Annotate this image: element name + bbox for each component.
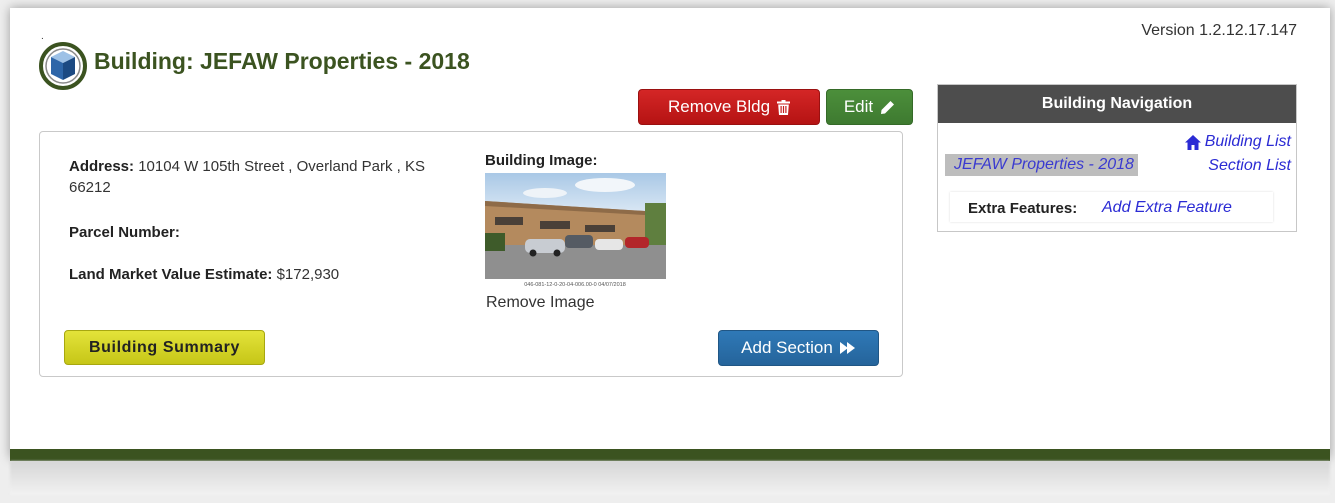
page-title: Building: JEFAW Properties - 2018	[94, 48, 470, 74]
current-building-link[interactable]: JEFAW Properties - 2018	[945, 154, 1138, 176]
building-logo-icon	[39, 42, 87, 90]
extra-features-label: Extra Features:	[968, 200, 1078, 217]
parcel-number-field: Parcel Number:	[69, 222, 180, 243]
parcel-label: Parcel Number:	[69, 224, 180, 241]
trash-icon	[777, 99, 791, 115]
land-value-amount: $172,930	[276, 266, 340, 283]
add-extra-feature-link[interactable]: Add Extra Feature	[1102, 199, 1232, 217]
land-value-field: Land Market Value Estimate: $172,930	[69, 264, 339, 285]
remove-building-label: Remove Bldg	[667, 97, 771, 116]
land-value-label: Land Market Value Estimate:	[69, 266, 273, 283]
page-shadow	[10, 461, 1330, 495]
building-photo: 046-081-12-0-20-04-006.00-0 04/07/2018	[485, 173, 666, 288]
home-icon	[1184, 134, 1201, 150]
photo-caption: 046-081-12-0-20-04-006.00-0 04/07/2018	[524, 282, 626, 288]
address-field: Address: 10104 W 105th Street , Overland…	[69, 156, 459, 198]
remove-building-button[interactable]: Remove Bldg	[638, 89, 820, 125]
fast-forward-icon	[839, 341, 856, 355]
edit-label: Edit	[843, 97, 874, 116]
pencil-icon	[880, 100, 895, 115]
top-dot: .	[41, 31, 44, 42]
version-label: Version 1.2.12.17.147	[1141, 22, 1297, 39]
building-image-label: Building Image:	[485, 152, 598, 169]
add-section-button[interactable]: Add Section	[718, 330, 879, 366]
building-list-link[interactable]: Building List	[1184, 133, 1291, 151]
add-section-label: Add Section	[741, 338, 833, 357]
address-label: Address:	[69, 158, 135, 175]
navigation-header: Building Navigation	[938, 85, 1296, 123]
building-list-label: Building List	[1204, 133, 1291, 150]
remove-image-link[interactable]: Remove Image	[486, 294, 595, 312]
building-summary-label: Building Summary	[89, 338, 240, 356]
edit-button[interactable]: Edit	[826, 89, 913, 125]
section-list-link[interactable]: Section List	[1208, 157, 1291, 175]
footer-bar	[10, 449, 1330, 461]
building-summary-button[interactable]: Building Summary	[64, 330, 265, 365]
